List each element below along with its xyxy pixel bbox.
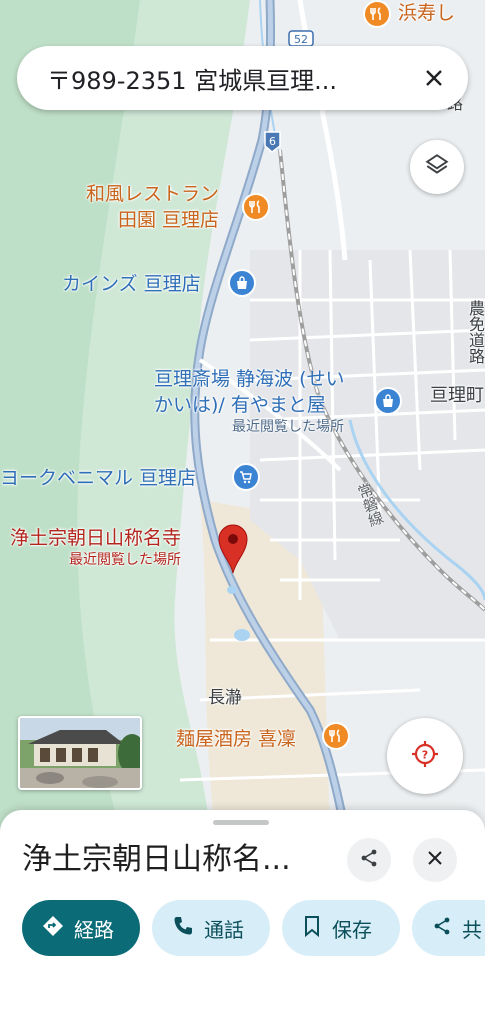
- share-label: 共: [462, 917, 482, 942]
- poi-shomyoji-title: 浄土宗朝日山称名寺: [10, 527, 182, 549]
- town-label-watari: 亘理町: [430, 385, 484, 406]
- restaurant-pin-icon[interactable]: [363, 0, 391, 28]
- directions-label: 経路: [74, 917, 114, 942]
- restaurant-pin-icon[interactable]: [242, 193, 270, 221]
- poi-wafu-line1: 和風レストラン: [86, 183, 220, 205]
- poi-shomyoji-sub: 最近閲覧した場所: [69, 552, 182, 568]
- directions-button[interactable]: 経路: [22, 900, 140, 956]
- poi-kirin[interactable]: 麺屋酒房 喜凜: [176, 726, 296, 752]
- poi-hamazushi[interactable]: 浜寿し: [398, 0, 455, 26]
- shopping-bag-pin-icon[interactable]: [228, 269, 256, 297]
- phone-icon: [172, 915, 194, 942]
- shopping-cart-pin-icon[interactable]: [232, 463, 260, 491]
- area-label-nagatoro: 長瀞: [208, 688, 242, 708]
- close-icon[interactable]: [418, 62, 450, 94]
- call-button[interactable]: 通話: [152, 900, 270, 956]
- share-action-button[interactable]: 共: [412, 900, 485, 956]
- route-shield-52: 52: [288, 30, 314, 47]
- poi-watari-saijo[interactable]: 亘理斎場 静海波 (せい かいは)/ 有やまと屋 最近閲覧した場所: [154, 366, 345, 436]
- layers-icon: [424, 152, 450, 182]
- share-icon: [359, 848, 379, 872]
- sheet-drag-handle[interactable]: [213, 820, 269, 825]
- bookmark-icon: [302, 915, 322, 942]
- road-label-nomen: 農免道路: [466, 300, 485, 364]
- my-location-icon: ?: [410, 739, 440, 773]
- directions-icon: [42, 915, 64, 942]
- place-sheet: 浄土宗朝日山称名... 経路 通話 保存 共: [0, 810, 485, 1024]
- call-label: 通話: [204, 917, 244, 942]
- place-title: 浄土宗朝日山称名...: [22, 842, 291, 877]
- search-bar[interactable]: 〒989-2351 宮城県亘理...: [17, 46, 468, 110]
- share-button[interactable]: [347, 838, 391, 882]
- poi-wafu-restaurant[interactable]: 和風レストラン 田園 亘理店: [78, 181, 219, 233]
- share-icon: [432, 916, 452, 941]
- poi-yorkbenimaru[interactable]: ヨークベニマル 亘理店: [0, 465, 196, 491]
- save-label: 保存: [332, 917, 372, 942]
- poi-wafu-line2: 田園 亘理店: [118, 209, 220, 231]
- poi-cainz[interactable]: カインズ 亘理店: [62, 271, 201, 297]
- svg-text:6: 6: [269, 135, 276, 148]
- layers-button[interactable]: [410, 140, 464, 194]
- poi-saijo-sub: 最近閲覧した場所: [232, 419, 344, 435]
- poi-saijo-line2: かいは)/ 有やまと屋: [154, 394, 326, 416]
- my-location-button[interactable]: ?: [387, 718, 463, 794]
- search-query[interactable]: 〒989-2351 宮城県亘理...: [47, 61, 418, 96]
- selected-place-pin-icon[interactable]: [217, 522, 249, 574]
- close-icon: [427, 850, 443, 870]
- close-sheet-button[interactable]: [413, 838, 457, 882]
- poi-saijo-line1: 亘理斎場 静海波 (せい: [154, 368, 345, 390]
- place-photo-thumbnail[interactable]: [18, 716, 142, 790]
- svg-text:52: 52: [294, 33, 308, 46]
- svg-text:?: ?: [422, 749, 428, 762]
- shopping-bag-pin-icon[interactable]: [374, 387, 402, 415]
- restaurant-pin-icon[interactable]: [322, 722, 350, 750]
- save-button[interactable]: 保存: [282, 900, 400, 956]
- poi-shomyoji[interactable]: 浄土宗朝日山称名寺 最近閲覧した場所: [10, 525, 181, 569]
- map-canvas[interactable]: 6 52 浜寿し 和風レストラン 田園 亘理店 カインズ 亘理店 農免道路 路 …: [0, 0, 485, 830]
